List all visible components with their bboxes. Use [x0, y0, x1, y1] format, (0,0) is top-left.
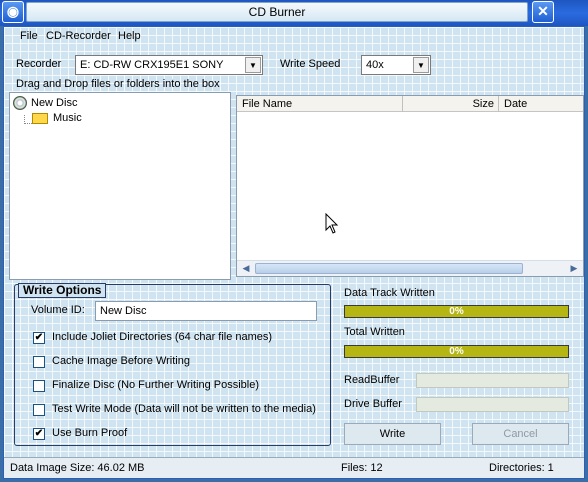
window-menu-icon[interactable]: ◉	[2, 1, 24, 23]
file-list-header: File Name Size Date	[237, 96, 583, 112]
recorder-select[interactable]: E: CD-RW CRX195E1 SONY ▼	[75, 55, 263, 75]
file-list[interactable]: File Name Size Date ◀ ▶	[236, 95, 584, 277]
menu-cd-recorder[interactable]: CD-Recorder	[46, 30, 111, 42]
status-image-size: Data Image Size: 46.02 MB	[10, 462, 145, 474]
option-burn-proof-label[interactable]: Use Burn Proof	[52, 427, 127, 439]
column-file-name[interactable]: File Name	[237, 96, 403, 112]
total-written-value: 0%	[449, 346, 464, 357]
checkbox-finalize-disc[interactable]	[33, 380, 45, 392]
status-files: Files: 12	[341, 462, 383, 474]
recorder-label: Recorder	[16, 58, 62, 70]
drive-buffer-label: Drive Buffer	[344, 398, 402, 410]
total-written-label: Total Written	[344, 326, 405, 338]
checkmark-icon: ✔	[34, 428, 44, 439]
write-speed-value: 40x	[366, 59, 384, 71]
drag-drop-hint: Drag and Drop files or folders into the …	[16, 78, 220, 90]
read-buffer-label: ReadBuffer	[344, 374, 400, 386]
checkbox-test-write[interactable]	[33, 404, 45, 416]
total-written-progress: 0%	[344, 345, 569, 358]
cd-burner-window: ◉ CD Burner ✕ File CD-Recorder Help Reco…	[0, 0, 588, 482]
menu-help[interactable]: Help	[118, 30, 141, 42]
column-date[interactable]: Date	[499, 96, 583, 112]
checkmark-icon: ✔	[34, 332, 44, 343]
disc-icon	[13, 96, 27, 110]
chevron-down-icon[interactable]: ▼	[413, 57, 429, 73]
option-cache-image-label[interactable]: Cache Image Before Writing	[52, 355, 190, 367]
menu-file[interactable]: File	[20, 30, 38, 42]
read-buffer-bar	[416, 373, 569, 388]
data-track-value: 0%	[449, 306, 464, 317]
volume-id-field[interactable]: New Disc	[95, 301, 317, 321]
volume-id-label: Volume ID:	[31, 304, 85, 316]
mouse-cursor-icon	[325, 213, 339, 234]
checkbox-cache-image[interactable]	[33, 356, 45, 368]
option-finalize-disc-label[interactable]: Finalize Disc (No Further Writing Possib…	[52, 379, 259, 391]
cancel-button[interactable]: Cancel	[472, 423, 569, 445]
tree-node-music[interactable]: Music	[32, 112, 82, 124]
drive-buffer-bar	[416, 397, 569, 412]
chevron-down-icon[interactable]: ▼	[245, 57, 261, 73]
folder-icon	[32, 112, 48, 124]
disc-tree[interactable]: New Disc Music	[9, 92, 231, 280]
data-track-label: Data Track Written	[344, 287, 435, 299]
horizontal-scrollbar[interactable]: ◀ ▶	[237, 260, 583, 276]
checkbox-joliet[interactable]: ✔	[33, 332, 45, 344]
tree-child-label: Music	[53, 112, 82, 124]
status-directories: Directories: 1	[489, 462, 554, 474]
option-joliet-label[interactable]: Include Joliet Directories (64 char file…	[52, 331, 272, 343]
column-size[interactable]: Size	[403, 96, 499, 112]
status-bar: Data Image Size: 46.02 MB Files: 12 Dire…	[4, 457, 584, 478]
window-title: CD Burner	[26, 2, 528, 22]
client-area: File CD-Recorder Help Recorder E: CD-RW …	[3, 26, 585, 479]
volume-id-value: New Disc	[100, 305, 147, 317]
scroll-left-icon[interactable]: ◀	[239, 262, 253, 275]
write-options-title: Write Options	[18, 283, 107, 298]
write-button[interactable]: Write	[344, 423, 441, 445]
data-track-progress: 0%	[344, 305, 569, 318]
tree-node-root[interactable]: New Disc	[13, 96, 77, 110]
write-speed-label: Write Speed	[280, 58, 341, 70]
write-speed-select[interactable]: 40x ▼	[361, 55, 431, 75]
scroll-right-icon[interactable]: ▶	[567, 262, 581, 275]
scroll-thumb[interactable]	[255, 263, 523, 274]
close-icon[interactable]: ✕	[532, 1, 554, 23]
option-test-write-label[interactable]: Test Write Mode (Data will not be writte…	[52, 403, 316, 415]
title-bar[interactable]: ◉ CD Burner ✕	[0, 0, 588, 26]
menu-bar: File CD-Recorder Help	[4, 27, 584, 47]
recorder-select-value: E: CD-RW CRX195E1 SONY	[80, 59, 224, 71]
checkbox-burn-proof[interactable]: ✔	[33, 428, 45, 440]
tree-root-label: New Disc	[31, 96, 78, 109]
